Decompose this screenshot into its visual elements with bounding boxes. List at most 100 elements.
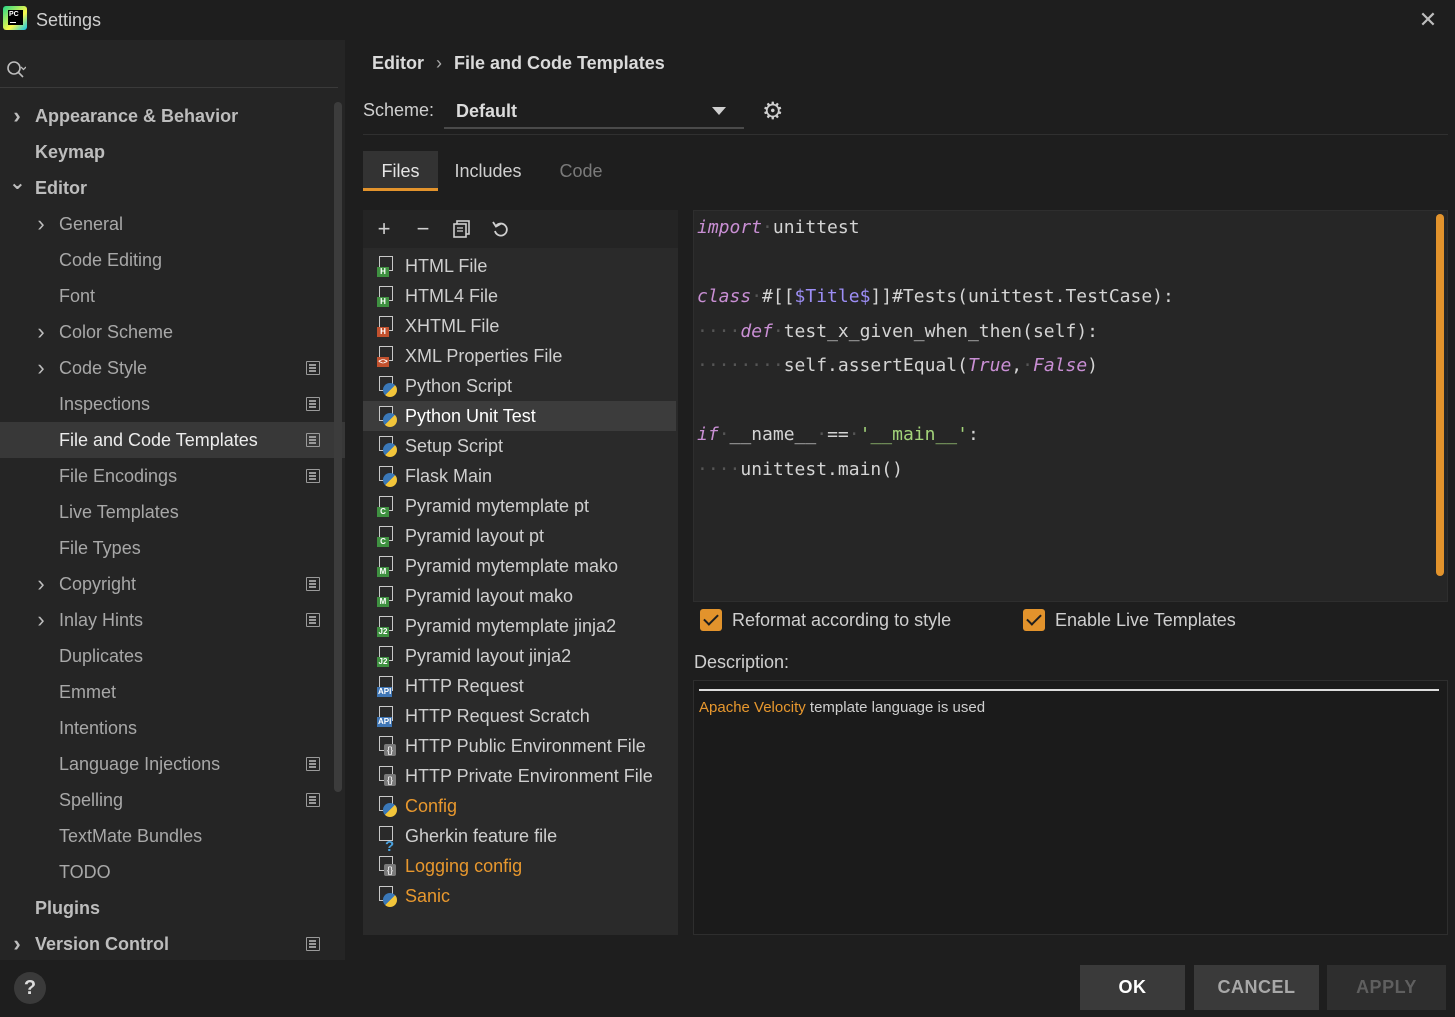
api-file-icon: API xyxy=(377,676,398,697)
template-item[interactable]: J2 Pyramid mytemplate jinja2 xyxy=(363,611,676,641)
sidebar-item[interactable]: Code Editing xyxy=(0,242,345,278)
cancel-button[interactable]: CANCEL xyxy=(1194,965,1319,1010)
python-file-icon xyxy=(377,886,398,907)
template-item[interactable]: {} Logging config xyxy=(363,851,676,881)
breadcrumb-parent[interactable]: Editor xyxy=(372,53,424,73)
template-item[interactable]: M Pyramid mytemplate mako xyxy=(363,551,676,581)
sidebar-item[interactable]: ⌄ Editor xyxy=(0,170,345,206)
help-button[interactable]: ? xyxy=(14,972,46,1004)
sidebar-item[interactable]: File Encodings xyxy=(0,458,345,494)
sidebar-item[interactable]: Plugins xyxy=(0,890,345,926)
template-item[interactable]: ? Gherkin feature file xyxy=(363,821,676,855)
template-item[interactable]: {} HTTP Private Environment File xyxy=(363,761,676,791)
template-item-label: HTTP Private Environment File xyxy=(405,766,653,786)
chevron-right-icon[interactable]: › xyxy=(33,314,49,350)
chevron-right-icon[interactable]: › xyxy=(33,602,49,638)
copy-icon[interactable] xyxy=(449,216,475,242)
api-file-icon: API xyxy=(377,706,398,727)
sidebar-item[interactable]: Live Templates xyxy=(0,494,345,530)
close-icon[interactable]: ✕ xyxy=(1416,8,1440,32)
template-item-label: HTTP Public Environment File xyxy=(405,736,646,756)
live-templates-label[interactable]: Enable Live Templates xyxy=(1055,610,1236,631)
template-item[interactable]: Python Unit Test xyxy=(363,401,676,431)
template-item[interactable]: Setup Script xyxy=(363,431,676,461)
template-item[interactable]: J2 Pyramid layout jinja2 xyxy=(363,641,676,671)
template-item-label: Gherkin feature file xyxy=(405,826,558,846)
template-item-label: HTML File xyxy=(405,256,488,276)
template-item[interactable]: Python Script xyxy=(363,371,676,401)
template-item[interactable]: {} HTTP Public Environment File xyxy=(363,731,676,761)
jinja2-file-icon: J2 xyxy=(377,616,398,637)
scheme-dropdown[interactable]: Default xyxy=(444,94,744,129)
chevron-down-icon[interactable]: ⌄ xyxy=(9,170,26,206)
add-icon[interactable]: + xyxy=(371,216,397,242)
remove-icon[interactable]: − xyxy=(410,216,436,242)
sidebar-scrollbar[interactable] xyxy=(334,102,342,792)
sidebar-item[interactable]: Duplicates xyxy=(0,638,345,674)
chevron-right-icon[interactable]: › xyxy=(33,350,49,386)
template-item[interactable]: H HTML4 File xyxy=(363,281,676,311)
sidebar-item[interactable]: › Inlay Hints xyxy=(0,602,345,638)
sidebar-item-label: Inspections xyxy=(59,394,151,414)
reset-icon[interactable] xyxy=(488,216,514,242)
template-item[interactable]: <> XML Properties File xyxy=(363,341,676,371)
gear-icon[interactable]: ⚙ xyxy=(762,99,788,125)
template-item[interactable]: Flask Main xyxy=(363,461,676,491)
templates-toolbar: + − xyxy=(363,210,678,248)
template-item[interactable]: H HTML File xyxy=(363,251,676,281)
chevron-right-icon[interactable]: › xyxy=(33,206,49,242)
settings-search-input[interactable] xyxy=(0,52,338,88)
template-item[interactable]: M Pyramid layout mako xyxy=(363,581,676,611)
chameleon-file-icon: C xyxy=(377,496,398,517)
template-item[interactable]: C Pyramid mytemplate pt xyxy=(363,491,676,521)
sidebar-item[interactable]: › Code Style xyxy=(0,350,345,386)
sidebar-item[interactable]: Intentions xyxy=(0,710,345,746)
project-settings-icon xyxy=(306,433,320,447)
tab-includes[interactable]: Includes xyxy=(443,151,533,191)
sidebar-item[interactable]: Emmet xyxy=(0,674,345,710)
sidebar-item[interactable]: Language Injections xyxy=(0,746,345,782)
tab-code: Code xyxy=(559,161,603,181)
sidebar-item[interactable]: File Types xyxy=(0,530,345,566)
tab-files[interactable]: Files xyxy=(363,151,438,191)
template-code-editor[interactable] xyxy=(693,210,1448,602)
python-file-icon xyxy=(377,406,398,427)
sidebar-item[interactable]: › General xyxy=(0,206,345,242)
sidebar-item[interactable]: File and Code Templates xyxy=(0,422,345,458)
editor-scrollbar[interactable] xyxy=(1436,214,1444,576)
sidebar-item[interactable]: › Version Control xyxy=(0,926,345,962)
template-item[interactable]: C Pyramid layout pt xyxy=(363,521,676,551)
template-item[interactable]: API HTTP Request Scratch xyxy=(363,701,676,731)
template-item-label: Logging config xyxy=(405,856,523,876)
gherkin-file-icon: ? xyxy=(377,826,398,855)
sidebar-item-label: File Encodings xyxy=(59,466,178,486)
sidebar-item-label: TextMate Bundles xyxy=(59,826,203,846)
sidebar-item[interactable]: › Appearance & Behavior xyxy=(0,98,345,134)
html-file-icon: H xyxy=(377,256,398,277)
template-item[interactable]: Config xyxy=(363,791,676,821)
code-line-1: import·unittest xyxy=(697,217,860,238)
sidebar-item[interactable]: TODO xyxy=(0,854,345,890)
sidebar-item[interactable]: › Color Scheme xyxy=(0,314,345,350)
live-templates-checkbox[interactable] xyxy=(1023,609,1045,631)
reformat-checkbox[interactable] xyxy=(700,609,722,631)
template-item[interactable]: API HTTP Request xyxy=(363,671,676,701)
chevron-right-icon[interactable]: › xyxy=(33,566,49,602)
chevron-right-icon[interactable]: › xyxy=(9,98,25,134)
sidebar-item[interactable]: TextMate Bundles xyxy=(0,818,345,854)
template-item[interactable]: Sanic xyxy=(363,881,676,911)
sidebar-item[interactable]: Inspections xyxy=(0,386,345,422)
description-box xyxy=(693,680,1448,935)
sidebar-item[interactable]: Spelling xyxy=(0,782,345,818)
python-file-icon xyxy=(377,796,398,817)
template-item[interactable]: H XHTML File xyxy=(363,311,676,341)
sidebar-item[interactable]: Keymap xyxy=(0,134,345,170)
sidebar-item[interactable]: › Copyright xyxy=(0,566,345,602)
reformat-label[interactable]: Reformat according to style xyxy=(732,610,951,631)
chevron-right-icon[interactable]: › xyxy=(9,926,25,962)
ok-button[interactable]: OK xyxy=(1080,965,1185,1010)
json-file-icon: {} xyxy=(377,736,398,757)
velocity-link[interactable]: Apache Velocity xyxy=(699,699,806,716)
sidebar-item[interactable]: Font xyxy=(0,278,345,314)
dropdown-arrow-icon xyxy=(712,107,726,115)
